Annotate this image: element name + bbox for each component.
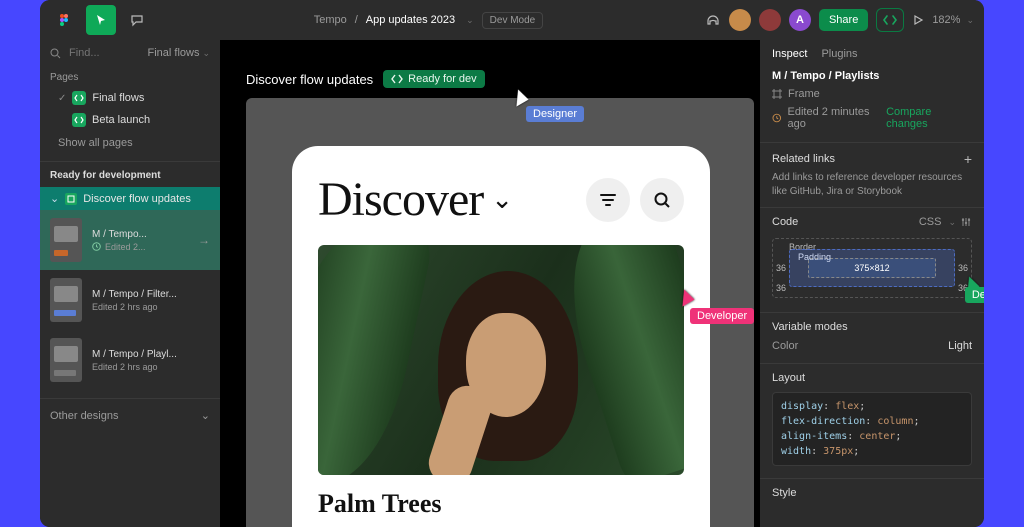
sidebar-left: Final flows⌄ Pages ✓ Final flows Beta la… <box>40 40 220 527</box>
padding-label: Padding <box>798 252 831 262</box>
style-header: Style <box>772 487 796 499</box>
tab-inspect[interactable]: Inspect <box>772 48 807 60</box>
rfd-header: Ready for development <box>40 161 220 187</box>
layout-code[interactable]: display: flex; flex-direction: column; a… <box>772 392 972 466</box>
code-lang-dropdown[interactable]: CSS⌄ <box>919 216 972 228</box>
search-icon <box>652 190 672 210</box>
variable-modes-header: Variable modes <box>772 321 848 333</box>
headphones-icon[interactable] <box>705 12 721 28</box>
topbar: Tempo / App updates 2023 ⌄ Dev Mode A Sh… <box>40 0 984 40</box>
breadcrumb-project[interactable]: Tempo <box>314 14 347 26</box>
dev-ready-icon <box>72 91 86 105</box>
thumb-title: M / Tempo / Playl... <box>92 349 177 360</box>
related-links-hint: Add links to reference developer resourc… <box>760 171 984 199</box>
layer-path: M / Tempo / Playlists <box>760 66 984 86</box>
code-header: Code <box>772 216 798 228</box>
edited-time: Edited 2 minutes ago <box>772 106 886 130</box>
developer-cursor-label: Developer <box>690 308 754 324</box>
filter-icon <box>598 190 618 210</box>
compare-changes-link[interactable]: Compare changes <box>886 106 972 130</box>
design-thumb-2[interactable]: M / Tempo / Playl... Edited 2 hrs ago <box>40 330 220 390</box>
dev-toggle-button[interactable] <box>876 8 904 32</box>
inspect-panel: Inspect Plugins M / Tempo / Playlists Fr… <box>760 40 984 527</box>
bm-num: 36 <box>776 283 786 293</box>
section-discover-flow[interactable]: ⌄ Discover flow updates <box>40 187 220 210</box>
search-icon <box>50 48 61 59</box>
developer2-cursor-label: Developer <box>965 287 984 303</box>
var-color-label: Color <box>772 340 798 352</box>
avatar-you[interactable]: A <box>789 9 811 31</box>
canvas[interactable]: Discover flow updates Ready for dev Disc… <box>220 40 760 527</box>
chevron-down-icon[interactable]: ⌄ <box>466 15 474 26</box>
cursor-arrow-icon <box>509 87 528 106</box>
chevron-down-icon: ⌄ <box>201 409 210 422</box>
zoom-dropdown[interactable]: 182%⌄ <box>932 14 974 26</box>
pages-label: Pages <box>40 66 220 87</box>
thumb-preview <box>50 218 82 262</box>
designer-cursor <box>512 90 526 104</box>
card-title: Palm Trees <box>318 489 684 519</box>
present-button[interactable] <box>912 14 924 26</box>
app-window: Tempo / App updates 2023 ⌄ Dev Mode A Sh… <box>40 0 984 527</box>
discover-heading: Discover ⌄ <box>318 172 512 227</box>
avatar-user1[interactable] <box>729 9 751 31</box>
thumb-subtitle: Edited 2... <box>92 242 147 252</box>
search-button[interactable] <box>640 178 684 222</box>
move-tool-button[interactable] <box>86 5 116 35</box>
thumb-subtitle: Edited 2 hrs ago <box>92 362 177 372</box>
breadcrumb-sep: / <box>355 14 358 26</box>
ready-for-dev-badge[interactable]: Ready for dev <box>383 70 484 88</box>
show-all-pages[interactable]: Show all pages <box>40 131 220 155</box>
design-thumb-0[interactable]: M / Tempo... Edited 2... → <box>40 210 220 270</box>
check-icon: ✓ <box>58 93 66 104</box>
comments-button[interactable] <box>122 5 152 35</box>
section-icon <box>65 193 77 205</box>
thumb-preview <box>50 338 82 382</box>
layout-header: Layout <box>772 372 805 384</box>
clock-icon <box>772 113 782 123</box>
frame-row: Frame <box>760 86 984 102</box>
design-thumb-1[interactable]: M / Tempo / Filter... Edited 2 hrs ago <box>40 270 220 330</box>
arrow-right-icon: → <box>198 233 210 247</box>
var-color-value: Light <box>948 340 972 352</box>
thumb-preview <box>50 278 82 322</box>
cursor-arrow-icon <box>675 287 694 306</box>
file-switcher[interactable]: Final flows⌄ <box>147 47 210 59</box>
page-beta-launch[interactable]: Beta launch <box>40 109 220 131</box>
thumb-title: M / Tempo / Filter... <box>92 289 177 300</box>
thumb-title: M / Tempo... <box>92 229 147 240</box>
section-label: Discover flow updates <box>83 193 191 205</box>
other-designs-toggle[interactable]: Other designs ⌄ <box>40 398 220 432</box>
canvas-section-title[interactable]: Discover flow updates <box>246 72 373 87</box>
bm-num: 36 <box>958 263 968 273</box>
filter-button[interactable] <box>586 178 630 222</box>
frame-icon <box>772 89 782 99</box>
search-input[interactable] <box>67 46 117 60</box>
designer-cursor-label: Designer <box>526 106 584 122</box>
related-links-header: Related links <box>772 153 835 165</box>
add-link-button[interactable]: + <box>964 151 972 167</box>
dev-mode-pill[interactable]: Dev Mode <box>482 12 544 29</box>
settings-icon[interactable] <box>960 216 972 228</box>
thumb-subtitle: Edited 2 hrs ago <box>92 302 177 312</box>
avatar-user2[interactable] <box>759 9 781 31</box>
box-model[interactable]: Border 36 36 36 36 Padding 375×812 Devel… <box>772 238 972 298</box>
breadcrumb-file[interactable]: App updates 2023 <box>366 14 455 26</box>
developer-cursor <box>678 290 692 304</box>
code-icon <box>391 74 403 84</box>
page-label: Final flows <box>92 92 144 104</box>
tab-plugins[interactable]: Plugins <box>821 48 857 60</box>
clock-icon <box>92 242 101 251</box>
hero-image <box>318 245 684 475</box>
chevron-down-icon: ⌄ <box>50 192 59 205</box>
page-final-flows[interactable]: ✓ Final flows <box>40 87 220 109</box>
bm-num: 36 <box>776 263 786 273</box>
figma-menu-button[interactable] <box>50 5 80 35</box>
page-label: Beta launch <box>92 114 150 126</box>
phone-frame[interactable]: Discover ⌄ <box>292 146 710 527</box>
chevron-down-icon[interactable]: ⌄ <box>491 185 512 215</box>
share-button[interactable]: Share <box>819 9 868 31</box>
dev-ready-icon <box>72 113 86 127</box>
